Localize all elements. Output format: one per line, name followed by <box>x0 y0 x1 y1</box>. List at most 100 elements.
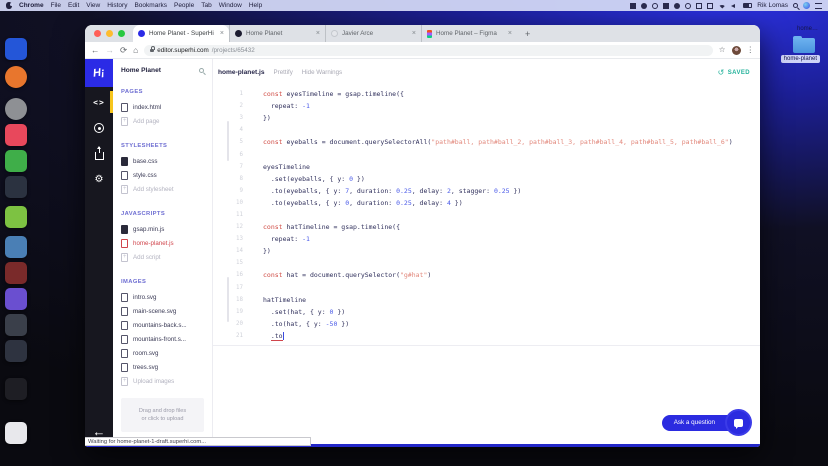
code-area[interactable]: 1const eyesTimeline = gsap.timeline({2 r… <box>213 88 760 342</box>
volume-icon[interactable] <box>731 3 738 9</box>
code-line-10[interactable]: 10 .to(eyeballs, { y: 0, duration: 0.25,… <box>213 197 760 209</box>
menu-window[interactable]: Window <box>219 2 242 9</box>
dock-icon-green-app[interactable] <box>5 150 27 172</box>
add-button-stylesheets[interactable]: Add stylesheet <box>121 182 212 196</box>
time-machine-icon[interactable] <box>685 3 691 9</box>
zoom-window-button[interactable] <box>118 30 125 37</box>
file-item-mountains-back.s...[interactable]: mountains-back.s... <box>121 318 212 332</box>
home-button[interactable]: ⌂ <box>133 46 138 55</box>
file-item-intro.svg[interactable]: intro.svg <box>121 290 212 304</box>
dock-icon-chat-app[interactable] <box>5 98 27 120</box>
add-button-images[interactable]: Upload images <box>121 374 212 388</box>
user-menu[interactable]: Rik Lomas <box>757 2 788 9</box>
code-line-12[interactable]: 12const hatTimeline = gsap.timeline({ <box>213 221 760 233</box>
settings-tab[interactable]: ⚙ <box>85 169 113 191</box>
siri-icon[interactable] <box>803 2 810 9</box>
clock-icon[interactable] <box>652 3 658 9</box>
menu-help[interactable]: Help <box>249 2 262 9</box>
profile-avatar[interactable] <box>732 46 741 55</box>
menu-people[interactable]: People <box>174 2 194 9</box>
code-line-21[interactable]: 21 .to <box>213 330 760 342</box>
browser-tab[interactable]: Home Planet× <box>229 25 325 42</box>
ask-question-button[interactable]: Ask a question <box>662 415 737 431</box>
battery-icon[interactable] <box>743 3 752 8</box>
file-item-room.svg[interactable]: room.svg <box>121 346 212 360</box>
apple-menu-icon[interactable] <box>6 2 12 9</box>
camera-icon[interactable] <box>674 3 680 9</box>
prettify-button[interactable]: Prettify <box>274 69 293 76</box>
menu-history[interactable]: History <box>107 2 127 9</box>
code-line-6[interactable]: 6 <box>213 148 760 160</box>
wifi-icon[interactable] <box>718 3 726 9</box>
tab-close-icon[interactable]: × <box>220 30 224 37</box>
preview-tab[interactable] <box>85 117 113 139</box>
dock-icon-music-app[interactable] <box>5 124 27 146</box>
chat-launcher-button[interactable] <box>727 411 750 434</box>
dock-icon-slate-app[interactable] <box>5 314 27 336</box>
address-bar[interactable]: editor.superhi.com/projects/65432 <box>144 45 713 56</box>
code-line-9[interactable]: 9 .to(eyeballs, { y: 7, duration: 0.25, … <box>213 185 760 197</box>
file-item-index.html[interactable]: index.html <box>121 100 212 114</box>
code-line-5[interactable]: 5const eyeballs = document.querySelector… <box>213 136 760 148</box>
code-view-tab[interactable]: <> <box>85 91 113 113</box>
browser-tab[interactable]: Javier Arce× <box>325 25 421 42</box>
file-item-home-planet.js[interactable]: home-planet.js <box>121 236 212 250</box>
forward-button[interactable]: → <box>106 46 115 55</box>
dock-icon-firefox-browser[interactable] <box>5 66 27 88</box>
desktop-folder-label-selected[interactable]: home-planet <box>781 55 820 63</box>
menu-chrome[interactable]: Chrome <box>19 2 44 9</box>
bookmark-star-icon[interactable]: ☆ <box>719 46 726 54</box>
back-button[interactable]: ← <box>91 46 100 55</box>
add-button-pages[interactable]: Add page <box>121 114 212 128</box>
code-line-20[interactable]: 20 .to(hat, { y: -50 }) <box>213 318 760 330</box>
code-line-1[interactable]: 1const eyesTimeline = gsap.timeline({ <box>213 88 760 100</box>
code-line-15[interactable]: 15 <box>213 257 760 269</box>
browser-menu-icon[interactable]: ⋮ <box>747 46 755 54</box>
spotlight-search-icon[interactable] <box>793 3 798 8</box>
code-line-3[interactable]: 3}) <box>213 112 760 124</box>
new-tab-button[interactable]: + <box>517 29 538 42</box>
dock-icon-dark-app[interactable] <box>5 176 27 198</box>
code-line-7[interactable]: 7eyesTimeline <box>213 161 760 173</box>
desktop-folder-icon[interactable] <box>793 38 815 53</box>
code-line-4[interactable]: 4 <box>213 124 760 136</box>
file-item-trees.svg[interactable]: trees.svg <box>121 360 212 374</box>
code-line-8[interactable]: 8 .set(eyeballs, { y: 0 }) <box>213 173 760 185</box>
hide-warnings-button[interactable]: Hide Warnings <box>302 69 342 76</box>
file-item-gsap.min.js[interactable]: gsap.min.js <box>121 222 212 236</box>
menu-tab[interactable]: Tab <box>201 2 211 9</box>
file-item-mountains-front.s...[interactable]: mountains-front.s... <box>121 332 212 346</box>
close-window-button[interactable] <box>94 30 101 37</box>
bluetooth-icon[interactable] <box>696 3 702 9</box>
browser-tab[interactable]: Home Planet – Figma× <box>421 25 517 42</box>
display-icon[interactable] <box>707 3 713 9</box>
record-icon[interactable] <box>641 3 647 9</box>
dock-icon-slate-app-2[interactable] <box>5 340 27 362</box>
file-dropzone[interactable]: Drag and drop files or click to upload <box>121 398 204 432</box>
code-line-16[interactable]: 16const hat = document.querySelector("g#… <box>213 269 760 281</box>
menu-bookmarks[interactable]: Bookmarks <box>134 2 167 9</box>
browser-tab[interactable]: Home Planet - SuperHi× <box>133 25 229 42</box>
dock-icon-trash-cup[interactable] <box>5 422 27 444</box>
menu-file[interactable]: File <box>51 2 61 9</box>
code-line-19[interactable]: 19 .set(hat, { y: 0 }) <box>213 306 760 318</box>
publish-tab[interactable] <box>85 143 113 165</box>
dock-icon-letter-app[interactable] <box>5 378 27 400</box>
tab-close-icon[interactable]: × <box>508 30 512 37</box>
dock-icon-purple-app[interactable] <box>5 288 27 310</box>
menu-view[interactable]: View <box>86 2 100 9</box>
file-item-main-scene.svg[interactable]: main-scene.svg <box>121 304 212 318</box>
file-item-style.css[interactable]: style.css <box>121 168 212 182</box>
tab-close-icon[interactable]: × <box>412 30 416 37</box>
notification-center-icon[interactable] <box>815 3 822 9</box>
dock-icon-android-app[interactable] <box>5 206 27 228</box>
search-icon[interactable] <box>199 68 204 73</box>
add-button-javascripts[interactable]: Add script <box>121 250 212 264</box>
dock-icon-maroon-app[interactable] <box>5 262 27 284</box>
window-icon[interactable] <box>630 3 636 9</box>
minimize-window-button[interactable] <box>106 30 113 37</box>
file-item-base.css[interactable]: base.css <box>121 154 212 168</box>
code-line-13[interactable]: 13 repeat: -1 <box>213 233 760 245</box>
code-line-11[interactable]: 11 <box>213 209 760 221</box>
code-line-18[interactable]: 18hatTimeline <box>213 294 760 306</box>
